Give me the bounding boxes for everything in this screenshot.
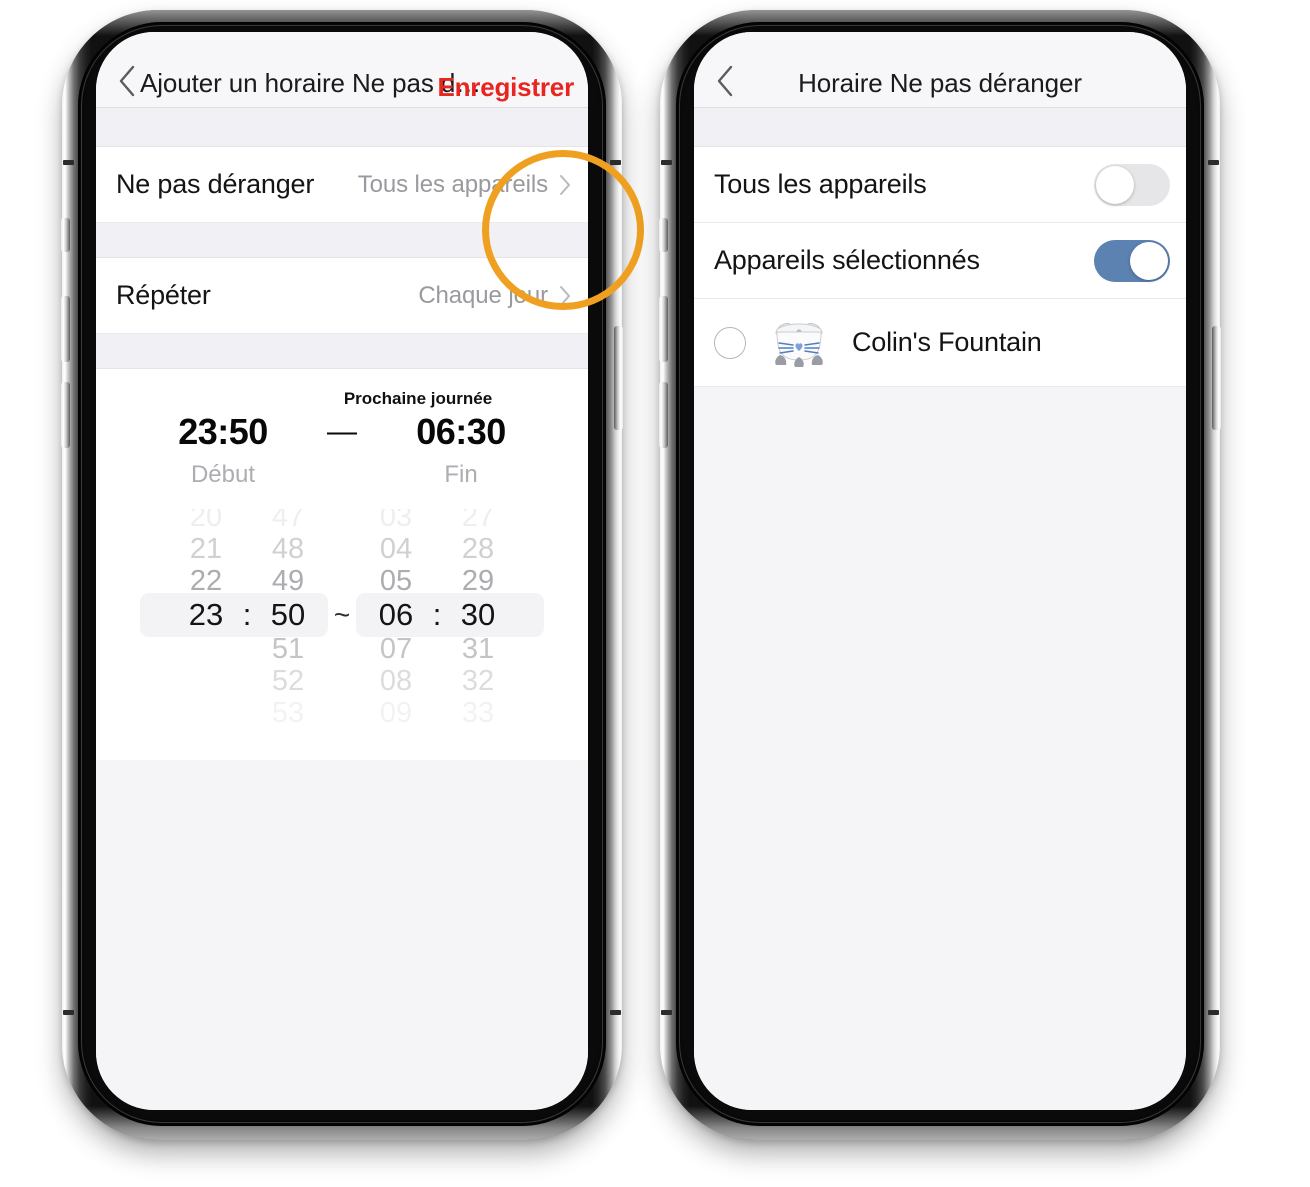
range-dash: — bbox=[327, 415, 357, 448]
device-radio-button[interactable] bbox=[714, 326, 746, 359]
end-caption: Fin bbox=[444, 461, 478, 488]
start-minute-cell: 51 bbox=[271, 633, 305, 665]
end-hour-cell: 09 bbox=[379, 697, 413, 729]
section-gap bbox=[694, 108, 1186, 147]
end-minute-cell: 31 bbox=[461, 633, 495, 665]
screenshot-canvas: Ajouter un horaire Ne pas d… Enregistrer… bbox=[0, 0, 1310, 1187]
volume-up-button[interactable] bbox=[61, 296, 70, 362]
phone-mockup-right: Horaire Ne pas déranger Tous les apparei… bbox=[659, 10, 1221, 1140]
volume-down-button[interactable] bbox=[659, 382, 668, 448]
phone-screen-right: Horaire Ne pas déranger Tous les apparei… bbox=[694, 32, 1186, 1110]
time-summary: Prochaine journée 23:50 — 06:30 Début Fi… bbox=[96, 389, 588, 499]
screen-empty-area bbox=[694, 387, 1186, 1110]
start-minute-cell: 53 bbox=[271, 697, 305, 729]
start-minute-cell: 52 bbox=[271, 665, 305, 697]
chevron-left-icon bbox=[117, 64, 137, 98]
picker-wheels[interactable]: 20 47 03 27 21 48 04 28 22 49 05 29 23:… bbox=[96, 509, 588, 734]
wheel-row: 21 48 04 28 bbox=[96, 533, 588, 566]
row-label: Répéter bbox=[116, 280, 211, 310]
antenna-seam bbox=[610, 160, 621, 165]
wheel-row: 20 47 03 27 bbox=[96, 509, 588, 534]
antenna-seam bbox=[1208, 1010, 1219, 1015]
wheel-row: 22 49 05 29 bbox=[96, 565, 588, 598]
start-colon: : bbox=[242, 597, 252, 632]
summary-times: 23:50 — 06:30 bbox=[96, 411, 588, 453]
antenna-seam bbox=[610, 1010, 621, 1015]
wheel-row: 52 08 32 bbox=[96, 665, 588, 698]
end-hour-cell: 03 bbox=[379, 509, 413, 533]
wheel-row: 53 09 33 bbox=[96, 697, 588, 730]
row-label: Ne pas déranger bbox=[116, 169, 315, 199]
cat-fountain-icon bbox=[768, 317, 830, 369]
wheel-row-selected: 23 : 50 ~ 06 : 30 bbox=[96, 597, 588, 633]
page-title: Horaire Ne pas déranger bbox=[798, 68, 1082, 98]
back-button[interactable] bbox=[110, 61, 144, 101]
toggle-selected-devices[interactable] bbox=[1094, 239, 1170, 282]
list-item-device[interactable]: Colin's Fountain bbox=[694, 299, 1186, 387]
end-colon: : bbox=[432, 597, 442, 632]
screen-empty-area bbox=[96, 760, 588, 1110]
row-selected-devices[interactable]: Appareils sélectionnés bbox=[694, 223, 1186, 299]
mute-switch-button[interactable] bbox=[61, 218, 70, 252]
start-minute-cell: 48 bbox=[271, 533, 305, 565]
end-time-value: 06:30 bbox=[416, 411, 506, 452]
start-minute-cell: 49 bbox=[271, 565, 305, 597]
start-minute-cell: 47 bbox=[271, 509, 305, 533]
volume-up-button[interactable] bbox=[659, 296, 668, 362]
start-hour-cell: 22 bbox=[189, 565, 223, 597]
end-hour-cell: 05 bbox=[379, 565, 413, 597]
section-gap bbox=[96, 334, 588, 369]
section-gap bbox=[96, 108, 588, 147]
end-hour-cell: 04 bbox=[379, 533, 413, 565]
time-range-picker[interactable]: Prochaine journée 23:50 — 06:30 Début Fi… bbox=[96, 369, 588, 760]
navigation-bar: Horaire Ne pas déranger bbox=[694, 32, 1186, 108]
antenna-seam bbox=[63, 160, 74, 165]
power-button[interactable] bbox=[1212, 326, 1221, 430]
toggle-knob bbox=[1096, 165, 1134, 204]
selected-start-minute: 50 bbox=[270, 597, 306, 632]
end-minute-cell: 27 bbox=[461, 509, 495, 533]
end-minute-cell: 32 bbox=[461, 665, 495, 697]
row-all-devices[interactable]: Tous les appareils bbox=[694, 147, 1186, 223]
start-hour-cell: 20 bbox=[189, 509, 223, 533]
row-label: Tous les appareils bbox=[714, 169, 927, 199]
summary-captions: Début Fin bbox=[96, 461, 588, 489]
start-time-value: 23:50 bbox=[178, 411, 268, 452]
start-hour-cell: 21 bbox=[189, 533, 223, 565]
device-name: Colin's Fountain bbox=[852, 327, 1042, 357]
antenna-seam bbox=[1208, 160, 1219, 165]
toggle-all-devices[interactable] bbox=[1094, 163, 1170, 206]
end-minute-cell: 28 bbox=[461, 533, 495, 565]
antenna-seam bbox=[661, 160, 672, 165]
start-caption: Début bbox=[190, 461, 256, 488]
range-separator: ~ bbox=[333, 599, 351, 630]
phone-mockup-left: Ajouter un horaire Ne pas d… Enregistrer… bbox=[61, 10, 644, 1140]
end-minute-cell: 29 bbox=[461, 565, 495, 597]
annotation-circle-highlight bbox=[482, 150, 644, 310]
mute-switch-button[interactable] bbox=[659, 218, 668, 252]
picker-tail bbox=[96, 734, 588, 760]
toggle-knob bbox=[1130, 241, 1168, 280]
selected-start-hour: 23 bbox=[188, 597, 224, 632]
chevron-left-icon bbox=[715, 64, 735, 98]
antenna-seam bbox=[63, 1010, 74, 1015]
power-button[interactable] bbox=[614, 326, 623, 430]
next-day-label: Prochaine journée bbox=[343, 389, 493, 408]
end-hour-cell: 07 bbox=[379, 633, 413, 665]
volume-down-button[interactable] bbox=[61, 382, 70, 448]
selected-end-hour: 06 bbox=[378, 597, 414, 632]
navigation-bar: Ajouter un horaire Ne pas d… Enregistrer bbox=[96, 32, 588, 108]
row-label: Appareils sélectionnés bbox=[714, 245, 980, 275]
antenna-seam bbox=[661, 1010, 672, 1015]
next-day-label-wrap: Prochaine journée bbox=[96, 389, 588, 409]
end-minute-cell: 33 bbox=[461, 697, 495, 729]
selected-end-minute: 30 bbox=[460, 597, 496, 632]
end-hour-cell: 08 bbox=[379, 665, 413, 697]
save-button[interactable]: Enregistrer bbox=[437, 72, 574, 103]
back-button[interactable] bbox=[708, 61, 742, 101]
wheel-row: 51 07 31 bbox=[96, 633, 588, 666]
